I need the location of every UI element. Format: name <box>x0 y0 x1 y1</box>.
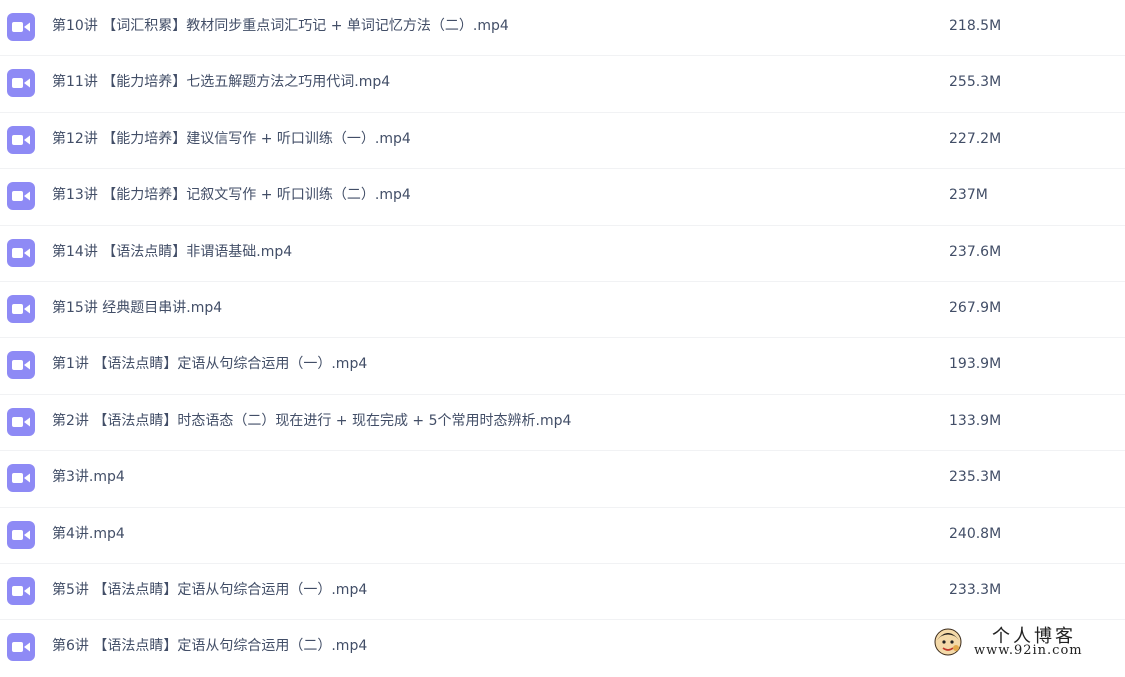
file-size: 267.9M <box>949 299 1002 316</box>
video-file-icon <box>7 520 35 549</box>
avatar-logo <box>934 628 962 656</box>
watermark-url: www.92in.com <box>974 643 1083 658</box>
file-name[interactable]: 第12讲 【能力培养】建议信写作 + 听口训练（一）.mp4 <box>52 129 411 149</box>
file-row[interactable]: 第5讲 【语法点睛】定语从句综合运用（一）.mp4 233.3M <box>0 564 1125 621</box>
video-file-icon <box>7 238 35 267</box>
file-list: 第10讲 【词汇积累】教材同步重点词汇巧记 + 单词记忆方法（二）.mp4 21… <box>0 0 1125 677</box>
video-file-icon <box>7 182 35 211</box>
file-row[interactable]: 第12讲 【能力培养】建议信写作 + 听口训练（一）.mp4 227.2M <box>0 113 1125 170</box>
file-name[interactable]: 第6讲 【语法点睛】定语从句综合运用（二）.mp4 <box>52 636 367 656</box>
file-size: 133.9M <box>949 412 1002 429</box>
file-row[interactable]: 第14讲 【语法点睛】非谓语基础.mp4 237.6M <box>0 226 1125 282</box>
watermark: 个人博客 www.92in.com <box>930 622 1120 662</box>
file-size: 227.2M <box>949 130 1002 147</box>
file-row[interactable]: 第4讲.mp4 240.8M <box>0 508 1125 564</box>
file-name[interactable]: 第15讲 经典题目串讲.mp4 <box>52 298 222 318</box>
video-file-icon <box>7 13 35 41</box>
file-row[interactable]: 第10讲 【词汇积累】教材同步重点词汇巧记 + 单词记忆方法（二）.mp4 21… <box>0 0 1125 57</box>
file-row[interactable]: 第15讲 经典题目串讲.mp4 267.9M <box>0 282 1125 339</box>
file-size: 233.3M <box>949 581 1002 598</box>
video-file-icon <box>7 125 35 154</box>
file-size: 235.3M <box>949 469 1002 486</box>
file-size: 240.8M <box>949 525 1002 542</box>
video-file-icon <box>7 294 35 323</box>
file-size: 237.6M <box>949 243 1002 260</box>
file-name[interactable]: 第1讲 【语法点睛】定语从句综合运用（一）.mp4 <box>52 354 367 374</box>
file-name[interactable]: 第3讲.mp4 <box>52 467 125 487</box>
file-name[interactable]: 第13讲 【能力培养】记叙文写作 + 听口训练（二）.mp4 <box>52 185 411 205</box>
file-name[interactable]: 第5讲 【语法点睛】定语从句综合运用（一）.mp4 <box>52 580 367 600</box>
file-size: 237M <box>949 187 988 204</box>
file-name[interactable]: 第10讲 【词汇积累】教材同步重点词汇巧记 + 单词记忆方法（二）.mp4 <box>52 16 509 36</box>
file-name[interactable]: 第14讲 【语法点睛】非谓语基础.mp4 <box>52 242 292 262</box>
file-row[interactable]: 第2讲 【语法点睛】时态语态（二）现在进行 + 现在完成 + 5个常用时态辨析.… <box>0 395 1125 452</box>
file-row[interactable]: 第13讲 【能力培养】记叙文写作 + 听口训练（二）.mp4 237M <box>0 169 1125 226</box>
file-row[interactable]: 第11讲 【能力培养】七选五解题方法之巧用代词.mp4 255.3M <box>0 56 1125 113</box>
file-name[interactable]: 第4讲.mp4 <box>52 524 125 544</box>
file-row[interactable]: 第3讲.mp4 235.3M <box>0 451 1125 508</box>
video-file-icon <box>7 407 35 436</box>
video-file-icon <box>7 351 35 380</box>
file-size: 218.5M <box>949 18 1002 34</box>
file-row[interactable]: 第1讲 【语法点睛】定语从句综合运用（一）.mp4 193.9M <box>0 338 1125 395</box>
video-file-icon <box>7 69 35 98</box>
file-name[interactable]: 第11讲 【能力培养】七选五解题方法之巧用代词.mp4 <box>52 72 390 92</box>
video-file-icon <box>7 576 35 605</box>
video-file-icon <box>7 464 35 493</box>
file-name[interactable]: 第2讲 【语法点睛】时态语态（二）现在进行 + 现在完成 + 5个常用时态辨析.… <box>52 411 571 431</box>
file-size: 255.3M <box>949 74 1002 91</box>
video-file-icon <box>7 633 35 662</box>
file-size: 193.9M <box>949 356 1002 373</box>
